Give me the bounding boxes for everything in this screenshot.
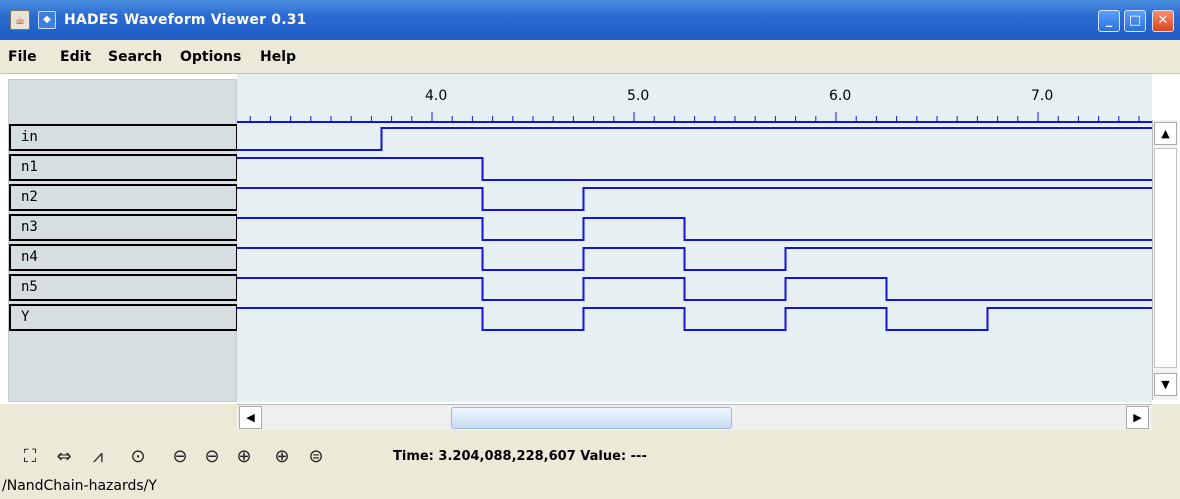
zoom-cursor-icon[interactable]: ⊙ — [126, 445, 150, 469]
zoom-in-icon[interactable]: ⊕ — [232, 445, 256, 469]
signal-name-n5[interactable]: n5 — [9, 274, 238, 301]
waveform-n4 — [237, 247, 1152, 271]
menu-file[interactable]: File — [8, 49, 37, 65]
minimize-button[interactable]: _ — [1098, 10, 1120, 32]
waveform-y — [237, 307, 1152, 331]
waveform-n3 — [237, 217, 1152, 241]
waveform-n5 — [237, 277, 1152, 301]
zoom-in-large-icon[interactable]: ⊕ — [270, 445, 294, 469]
scroll-right-button[interactable]: ▶ — [1126, 406, 1149, 429]
time-value-readout: Time: 3.204,088,228,607 Value: --- — [393, 449, 647, 464]
signal-select-icon[interactable]: ⩘ — [86, 445, 110, 469]
menu-help[interactable]: Help — [260, 49, 296, 65]
vertical-scroll-thumb[interactable] — [1154, 148, 1177, 368]
horizontal-scrollbar[interactable]: ◀ ▶ — [237, 404, 1152, 430]
zoom-out-large-icon[interactable]: ⊖ — [168, 445, 192, 469]
window-title: HADES Waveform Viewer 0.31 — [64, 12, 307, 28]
horizontal-scroll-thumb[interactable] — [451, 407, 732, 429]
signal-name-n4[interactable]: n4 — [9, 244, 238, 271]
signal-name-y[interactable]: Y — [9, 304, 238, 331]
scroll-down-button[interactable]: ▼ — [1154, 373, 1177, 396]
zoom-fit-icon[interactable]: ⊜ — [304, 445, 328, 469]
vertical-scrollbar[interactable]: ▲ ▼ — [1152, 120, 1178, 400]
fit-all-icon[interactable]: ⛶ — [18, 445, 42, 469]
zoom-toolbar: ⛶ ⇔ ⩘ ⊙ ⊖ ⊖ ⊕ ⊕ ⊜ Time: 3.204,088,228,60… — [0, 433, 1180, 473]
menu-search[interactable]: Search — [108, 49, 162, 65]
menu-bar: File Edit Search Options Help — [0, 40, 1180, 74]
waveform-n1 — [237, 157, 1152, 181]
status-bar: /NandChain-hazards/Y — [0, 473, 1180, 499]
signal-name-n3[interactable]: n3 — [9, 214, 238, 241]
waveform-traces — [237, 112, 1152, 331]
system-menu-icon[interactable]: ◆ — [38, 11, 56, 29]
java-app-icon[interactable]: ☕ — [10, 10, 30, 30]
signal-name-in[interactable]: in — [9, 124, 238, 151]
maximize-button[interactable]: □ — [1124, 10, 1146, 32]
close-button[interactable]: ✕ — [1152, 10, 1174, 32]
waveform-n2 — [237, 187, 1152, 211]
title-bar: ☕ ◆ HADES Waveform Viewer 0.31 _ □ ✕ — [0, 0, 1180, 40]
signal-names-panel: in n1 n2 n3 n4 n5 Y — [8, 79, 238, 402]
signal-name-n1[interactable]: n1 — [9, 154, 238, 181]
waveform-in — [237, 127, 1152, 151]
scroll-up-button[interactable]: ▲ — [1154, 122, 1177, 145]
signal-path: /NandChain-hazards/Y — [2, 478, 157, 494]
zoom-out-icon[interactable]: ⊖ — [200, 445, 224, 469]
scroll-left-button[interactable]: ◀ — [239, 406, 262, 429]
menu-options[interactable]: Options — [180, 49, 241, 65]
menu-edit[interactable]: Edit — [60, 49, 91, 65]
fit-selection-icon[interactable]: ⇔ — [52, 445, 76, 469]
waveform-plot[interactable]: 4.0 5.0 6.0 7.0 — [237, 74, 1152, 402]
signal-name-n2[interactable]: n2 — [9, 184, 238, 211]
